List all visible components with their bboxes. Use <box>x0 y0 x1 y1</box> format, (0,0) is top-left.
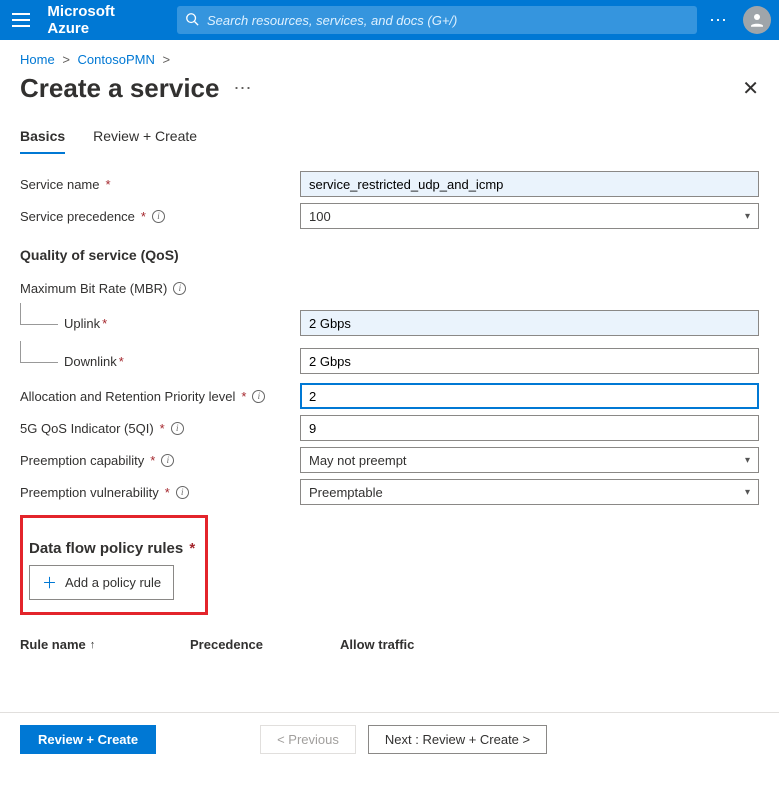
col-precedence[interactable]: Precedence <box>190 637 300 652</box>
footer: Review + Create < Previous Next : Review… <box>0 712 779 766</box>
chevron-down-icon: ▾ <box>745 487 750 498</box>
preempt-cap-value: May not preempt <box>309 453 407 468</box>
topbar: Microsoft Azure ⋯ <box>0 0 779 40</box>
arp-label: Allocation and Retention Priority level*… <box>20 385 300 408</box>
col-allow-traffic[interactable]: Allow traffic <box>340 637 414 652</box>
previous-button: < Previous <box>260 725 356 754</box>
service-precedence-label: Service precedence*i <box>20 205 300 228</box>
more-icon[interactable]: ⋯ <box>709 10 729 31</box>
search-input[interactable] <box>207 13 689 28</box>
preempt-cap-label: Preemption capability*i <box>20 449 300 472</box>
sort-asc-icon: ↑ <box>90 639 96 651</box>
info-icon[interactable]: i <box>171 422 184 435</box>
fiveqi-label: 5G QoS Indicator (5QI)*i <box>20 417 300 440</box>
topbar-right: ⋯ <box>709 6 771 34</box>
policy-table-header: Rule name↑ Precedence Allow traffic <box>20 637 759 652</box>
tab-basics[interactable]: Basics <box>20 122 65 154</box>
close-icon[interactable]: ✕ <box>742 76 759 101</box>
breadcrumb-sep: > <box>162 52 170 67</box>
service-precedence-select[interactable]: 100 ▾ <box>300 203 759 229</box>
preempt-vul-select[interactable]: Preemptable ▾ <box>300 479 759 505</box>
uplink-input[interactable] <box>300 310 759 336</box>
chevron-down-icon: ▾ <box>745 455 750 466</box>
review-create-button[interactable]: Review + Create <box>20 725 156 754</box>
command-more-icon[interactable]: ⋯ <box>233 78 251 99</box>
fiveqi-input[interactable] <box>300 415 759 441</box>
page-header: Create a service ⋯ ✕ <box>0 67 779 116</box>
plus-icon: ＋ <box>42 572 57 593</box>
preempt-vul-label: Preemption vulnerability*i <box>20 481 300 504</box>
hamburger-menu-icon[interactable] <box>12 10 31 30</box>
breadcrumb-parent[interactable]: ContosoPMN <box>78 52 155 67</box>
tab-review[interactable]: Review + Create <box>93 122 197 154</box>
arp-input[interactable] <box>300 383 759 409</box>
search-icon <box>185 12 199 29</box>
add-policy-rule-button[interactable]: ＋ Add a policy rule <box>29 565 174 600</box>
breadcrumb: Home > ContosoPMN > <box>0 40 779 67</box>
col-rule-name[interactable]: Rule name↑ <box>20 637 150 652</box>
preempt-cap-select[interactable]: May not preempt ▾ <box>300 447 759 473</box>
info-icon[interactable]: i <box>173 282 186 295</box>
downlink-label: Downlink* <box>20 343 300 379</box>
chevron-down-icon: ▾ <box>745 211 750 222</box>
info-icon[interactable]: i <box>152 210 165 223</box>
horizontal-scrollbar[interactable] <box>0 766 779 784</box>
service-precedence-value: 100 <box>309 209 331 224</box>
policy-callout: Data flow policy rules * ＋ Add a policy … <box>20 515 208 615</box>
mbr-label: Maximum Bit Rate (MBR)i <box>20 277 300 300</box>
page-title: Create a service <box>20 73 219 104</box>
form-area: Service name* Service precedence*i 100 ▾… <box>0 155 779 672</box>
info-icon[interactable]: i <box>252 390 265 403</box>
info-icon[interactable]: i <box>161 454 174 467</box>
breadcrumb-sep: > <box>62 52 70 67</box>
add-policy-rule-label: Add a policy rule <box>65 575 161 590</box>
next-button[interactable]: Next : Review + Create > <box>368 725 547 754</box>
tabs: Basics Review + Create <box>0 116 779 155</box>
uplink-label: Uplink* <box>20 305 300 341</box>
global-search[interactable] <box>177 6 697 34</box>
qos-heading: Quality of service (QoS) <box>20 247 759 263</box>
policy-heading: Data flow policy rules * <box>29 540 195 557</box>
downlink-input[interactable] <box>300 348 759 374</box>
preempt-vul-value: Preemptable <box>309 485 383 500</box>
info-icon[interactable]: i <box>176 486 189 499</box>
service-name-label: Service name* <box>20 173 300 196</box>
brand-label: Microsoft Azure <box>47 3 157 37</box>
service-name-input[interactable] <box>300 171 759 197</box>
avatar[interactable] <box>743 6 771 34</box>
breadcrumb-home[interactable]: Home <box>20 52 55 67</box>
